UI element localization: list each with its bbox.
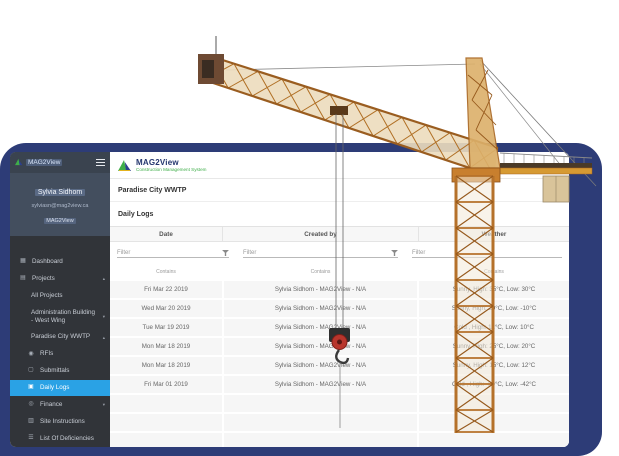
submittals-icon: ▢ — [27, 367, 35, 375]
user-organization: MAG2View — [44, 218, 75, 224]
table-row[interactable]: Fri Mar 01 2019 Sylvia Sidhom - MAG2View… — [110, 376, 569, 395]
rfis-icon: ◉ — [27, 351, 35, 359]
cell-date: Mon Mar 18 2019 — [110, 338, 224, 355]
table-row-empty — [110, 395, 569, 414]
column-header-created-by[interactable]: Created by — [223, 227, 419, 241]
cell-date: Fri Mar 22 2019 — [110, 281, 224, 298]
marketing-composite: MAG2View Sylvia Sidhom sylviasn@mag2view… — [0, 0, 619, 456]
sidebar-app-name: MAG2View — [26, 159, 62, 166]
column-header-date[interactable]: Date — [110, 227, 223, 241]
finance-icon: ◎ — [27, 401, 35, 409]
filter-funnel-icon[interactable] — [222, 250, 229, 256]
table-row[interactable]: Wed Mar 20 2019 Sylvia Sidhom - MAG2View… — [110, 300, 569, 319]
cell-weather: Sunny, High: 25°C, Low: 20°C — [419, 338, 569, 355]
list-of-deficiencies-icon: ☰ — [27, 435, 35, 443]
brand-logo-icon — [118, 159, 132, 172]
dashboard-icon: ▦ — [19, 258, 27, 266]
table-row[interactable]: Mon Mar 18 2019 Sylvia Sidhom - MAG2View… — [110, 357, 569, 376]
user-panel: Sylvia Sidhom sylviasn@mag2view.ca MAG2V… — [10, 173, 110, 236]
weather-filter-input[interactable]: Filter — [412, 246, 562, 258]
sidebar-item-all-projects[interactable]: All Projects — [10, 287, 110, 304]
cell-date: Mon Mar 18 2019 — [110, 357, 224, 374]
cell-weather: Sunny, High: 15°C, Low: 12°C — [419, 357, 569, 374]
site-instructions-icon: ▥ — [27, 418, 35, 426]
sidebar-item-daily-logs[interactable]: ▣ Daily Logs — [10, 380, 110, 397]
filter-hint-row: Contains Contains Contains — [110, 258, 569, 281]
created-by-filter-cell: Filter — [236, 246, 405, 258]
brand-bar: MAG2View Construction Management System — [110, 152, 569, 179]
sidebar-item-rfis[interactable]: ◉ RFIs — [10, 346, 110, 363]
daily-logs-table: Date Created by Weather Filter — [110, 226, 569, 447]
cell-created-by: Sylvia Sidhom - MAG2View - N/A — [224, 357, 419, 374]
sidebar-item-paradise-city-wwtp[interactable]: Paradise City WWTP ▴ — [10, 329, 110, 346]
chevron-down-icon: ▾ — [103, 314, 105, 320]
cell-created-by: Sylvia Sidhom - MAG2View - N/A — [224, 319, 419, 336]
created-by-filter-input[interactable]: Filter — [243, 246, 398, 258]
cell-date: Tue Mar 19 2019 — [110, 319, 224, 336]
sidebar-item-projects[interactable]: ▤ Projects ▴ — [10, 271, 110, 288]
sidebar-item-dashboard[interactable]: ▦ Dashboard — [10, 254, 110, 271]
cell-weather: Sunny, High: 20°C, Low: -10°C — [419, 300, 569, 317]
section-title: Daily Logs — [118, 211, 153, 218]
daily-logs-icon: ▣ — [27, 384, 35, 392]
sidebar-item-finance[interactable]: ◎ Finance ▾ — [10, 396, 110, 413]
filter-hint: Contains — [477, 269, 511, 275]
filter-hint: Contains — [304, 269, 338, 275]
cell-weather: Cold , High: 12°C, Low: 10°C — [419, 319, 569, 336]
hamburger-menu-icon[interactable] — [96, 159, 105, 166]
table-row[interactable]: Fri Mar 22 2019 Sylvia Sidhom - MAG2View… — [110, 281, 569, 300]
cell-created-by: Sylvia Sidhom - MAG2View - N/A — [224, 300, 419, 317]
sidebar-item-administration-building[interactable]: Administration Building - West Wing ▾ — [10, 304, 110, 329]
weather-filter-cell: Filter — [405, 246, 569, 258]
sidebar-item-list-of-deficiencies[interactable]: ☰ List Of Deficiencies — [10, 430, 110, 447]
table-row-empty — [110, 414, 569, 433]
sidebar-item-site-instructions[interactable]: ▥ Site Instructions — [10, 413, 110, 430]
cell-created-by: Sylvia Sidhom - MAG2View - N/A — [224, 281, 419, 298]
chevron-up-icon: ▴ — [103, 276, 105, 282]
projects-folder-icon: ▤ — [19, 275, 27, 283]
brand-name: MAG2View — [136, 158, 206, 167]
table-header-row: Date Created by Weather — [110, 227, 569, 242]
column-header-weather[interactable]: Weather — [419, 227, 569, 241]
user-name: Sylvia Sidhom — [35, 189, 85, 196]
table-row[interactable]: Mon Mar 18 2019 Sylvia Sidhom - MAG2View… — [110, 338, 569, 357]
brand-tagline: Construction Management System — [136, 167, 206, 172]
table-row[interactable]: Tue Mar 19 2019 Sylvia Sidhom - MAG2View… — [110, 319, 569, 338]
main-content: MAG2View Construction Management System … — [110, 152, 569, 447]
cell-date: Wed Mar 20 2019 — [110, 300, 224, 317]
brand-logo-icon — [15, 158, 23, 166]
filter-funnel-icon[interactable] — [391, 250, 398, 256]
chevron-up-icon: ▴ — [103, 335, 105, 341]
sidebar: MAG2View Sylvia Sidhom sylviasn@mag2view… — [10, 152, 110, 447]
sidebar-menu: ▦ Dashboard ▤ Projects ▴ All Projects Ad… — [10, 236, 110, 447]
page-title: Paradise City WWTP — [118, 187, 186, 194]
filter-row: Filter Filter — [110, 242, 569, 258]
cell-date: Fri Mar 01 2019 — [110, 376, 224, 393]
app-window: MAG2View Sylvia Sidhom sylviasn@mag2view… — [10, 152, 569, 447]
filter-hint: Contains — [149, 269, 183, 275]
chevron-down-icon: ▾ — [103, 402, 105, 408]
cell-weather: Cold , High: -30°C, Low: -42°C — [419, 376, 569, 393]
table-row-empty — [110, 433, 569, 447]
sidebar-header: MAG2View — [10, 152, 110, 173]
date-filter-input[interactable]: Filter — [117, 246, 229, 258]
cell-created-by: Sylvia Sidhom - MAG2View - N/A — [224, 376, 419, 393]
cell-created-by: Sylvia Sidhom - MAG2View - N/A — [224, 338, 419, 355]
sidebar-item-submittals[interactable]: ▢ Submittals — [10, 363, 110, 380]
cell-weather: Sunny, High: 35°C, Low: 30°C — [419, 281, 569, 298]
date-filter-cell: Filter — [110, 246, 236, 258]
